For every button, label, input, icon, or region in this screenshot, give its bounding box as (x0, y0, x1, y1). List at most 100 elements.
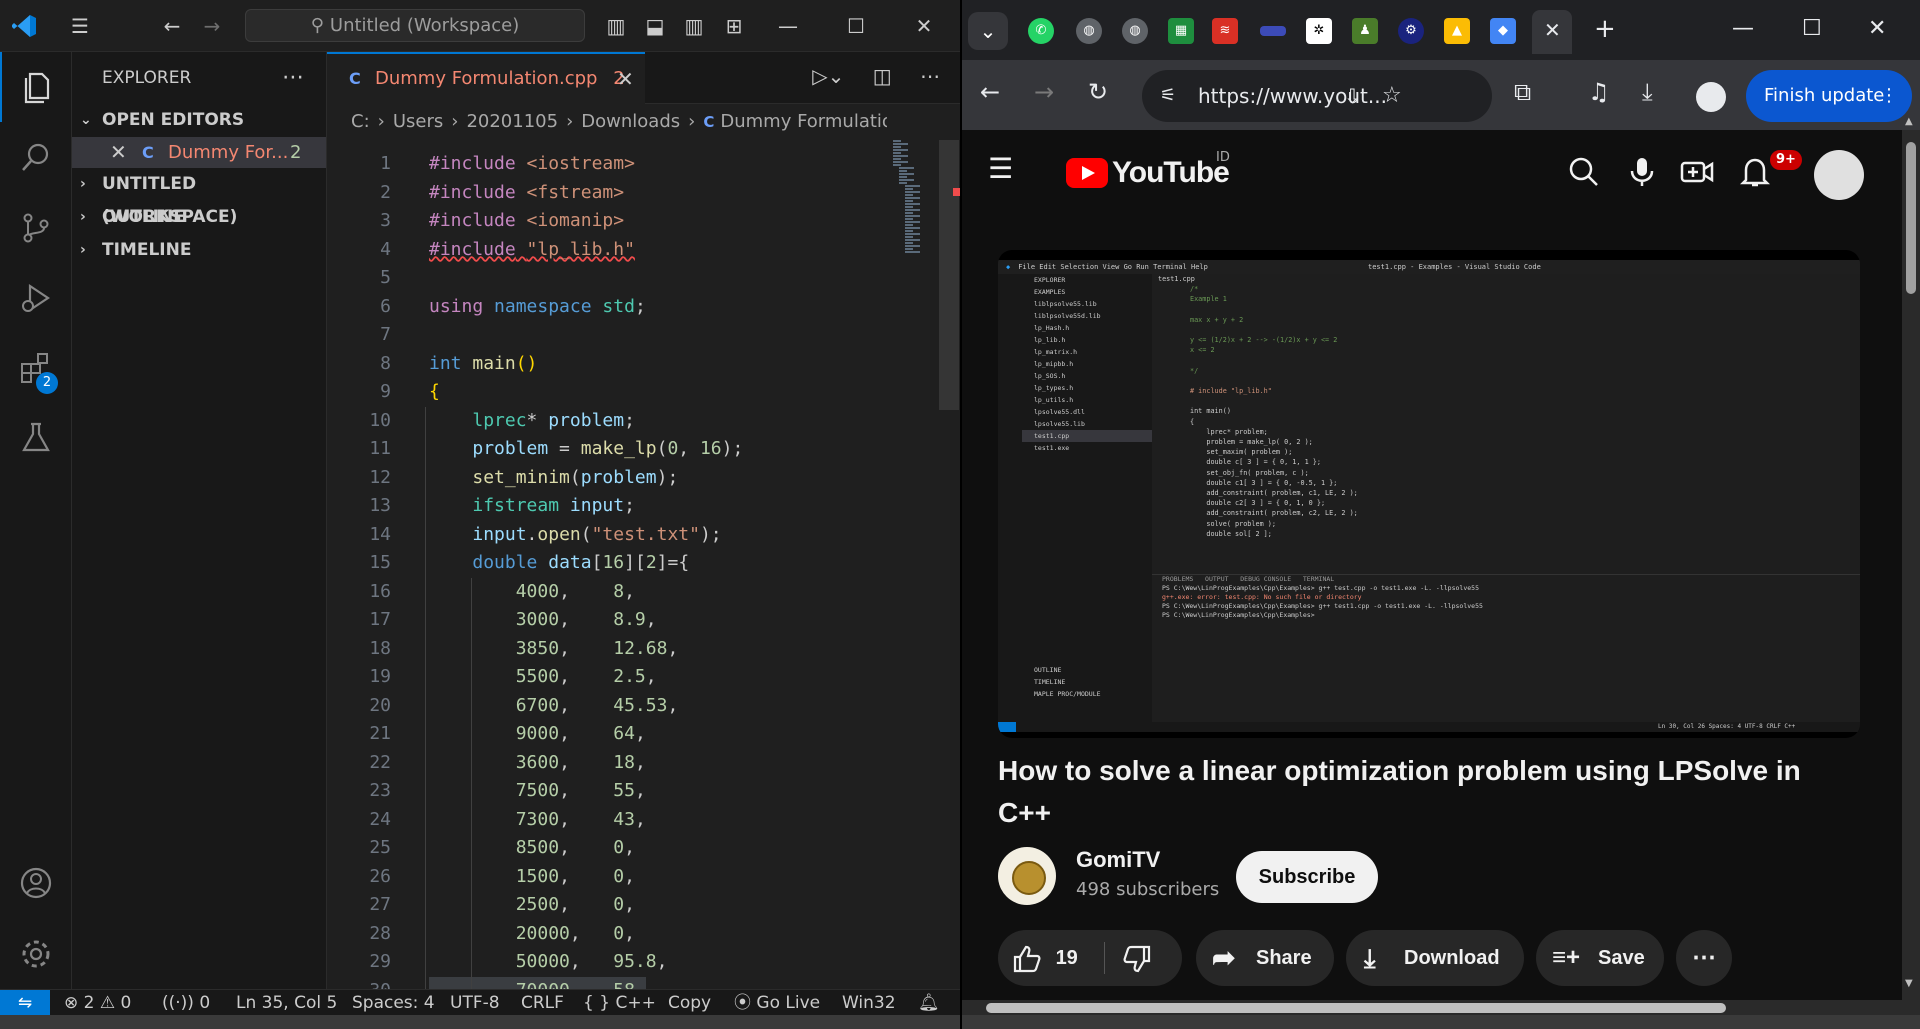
openai-tab-icon[interactable]: ✲ (1306, 18, 1332, 44)
code-line[interactable]: 10 lprec* problem; (327, 407, 887, 436)
explorer-activity[interactable] (0, 52, 72, 122)
problems-status[interactable]: ⊗ 2 ⚠ 0 (64, 990, 131, 1016)
extensions-activity[interactable]: 2 (0, 332, 72, 402)
graduation-tab-icon[interactable]: ◆ (1490, 18, 1516, 44)
search-icon[interactable] (1568, 156, 1600, 192)
page-scrollbar[interactable]: ▲ ▼ (1902, 116, 1920, 1015)
platform-status[interactable]: Win32 (842, 990, 896, 1016)
red-logo-tab-icon[interactable]: ≋ (1212, 18, 1238, 44)
source-control-activity[interactable] (0, 192, 72, 262)
more-actions-icon[interactable]: ⋯ (282, 52, 304, 104)
tab-search-icon[interactable]: ⌄ (968, 12, 1008, 50)
timeline-section[interactable]: › TIMELINE (72, 234, 326, 267)
code-line[interactable]: 15 double data[16][2]={ (327, 549, 887, 578)
notifications-bell-icon[interactable] (1739, 156, 1771, 192)
save-button[interactable]: ≡+ Save (1536, 930, 1664, 986)
extensions-icon[interactable]: ⧉ (1514, 78, 1531, 106)
toggle-secondary-sidebar-icon[interactable]: ▥ (680, 12, 708, 40)
banner-tab-icon[interactable] (1260, 26, 1286, 36)
code-line[interactable]: 3 #include <iomanip> (327, 207, 887, 236)
cursor-position[interactable]: Ln 35, Col 5 (236, 990, 337, 1016)
code-line[interactable]: 27 2500, 0, (327, 891, 887, 920)
workspace-section[interactable]: › UNTITLED (WORKSPACE) (72, 168, 326, 227)
dislike-button[interactable] (1122, 930, 1152, 986)
globe-tab-icon[interactable]: ◍ (1076, 18, 1102, 44)
code-line[interactable]: 9{ (327, 378, 887, 407)
code-line[interactable]: 16 4000, 8, (327, 578, 887, 607)
code-line[interactable]: 29 50000, 95.8, (327, 948, 887, 977)
close-icon[interactable]: ✕ (110, 137, 127, 168)
forward-icon[interactable]: → (1034, 78, 1054, 106)
manage-activity[interactable] (0, 918, 72, 988)
code-editor[interactable]: 1 #include <iostream> 2 #include <fstream> 3… (327, 140, 887, 1005)
scroll-down-icon[interactable]: ▼ (1905, 978, 1913, 989)
code-line[interactable]: 18 3850, 12.68, (327, 635, 887, 664)
remote-icon[interactable]: ⇋ (0, 990, 50, 1016)
finish-update-button[interactable]: Finish update ⋮ (1746, 70, 1912, 122)
code-line[interactable]: 25 8500, 0, (327, 834, 887, 863)
create-video-icon[interactable] (1680, 156, 1714, 192)
new-tab-icon[interactable]: + (1594, 14, 1616, 44)
code-line[interactable]: 28 20000, 0, (327, 920, 887, 949)
close-tab-icon[interactable]: ✕ (1544, 18, 1561, 42)
command-center-search[interactable]: ⚲ Untitled (Workspace) (245, 9, 585, 42)
download-button[interactable]: ⤓ Download (1346, 930, 1524, 986)
copy-status[interactable]: Copy (668, 990, 711, 1016)
customize-layout-icon[interactable]: ⊞ (720, 12, 748, 40)
menu-icon[interactable]: ☰ (66, 12, 94, 40)
more-actions-button[interactable]: ⋯ (1676, 930, 1732, 986)
code-line[interactable]: 7 (327, 321, 887, 350)
minimize-icon[interactable]: — (774, 12, 802, 40)
code-line[interactable]: 26 1500, 0, (327, 863, 887, 892)
close-tab-icon[interactable]: ✕ (617, 54, 634, 104)
globe-tab-icon[interactable]: ◍ (1122, 18, 1148, 44)
back-arrow-icon[interactable]: ← (158, 12, 186, 40)
close-icon[interactable]: ✕ (910, 12, 938, 40)
code-line[interactable]: 23 7500, 55, (327, 777, 887, 806)
microphone-icon[interactable] (1628, 156, 1656, 192)
hamburger-menu-icon[interactable]: ☰ (988, 152, 1013, 185)
grid-app-tab-icon[interactable]: ▦ (1168, 18, 1194, 44)
breadcrumb-item[interactable]: 20201105 (466, 111, 558, 132)
breadcrumb-item[interactable]: Downloads (581, 111, 680, 132)
address-bar[interactable]: ⚟ https://www.yout... ⇩ ☆ (1142, 70, 1492, 122)
like-button[interactable]: 19 (1012, 930, 1102, 986)
channel-avatar[interactable] (998, 847, 1056, 905)
open-editor-item[interactable]: ✕ C Dummy For... 2 (72, 137, 326, 168)
run-icon[interactable]: ▷⌄ (812, 64, 844, 88)
install-app-icon[interactable]: ⇩ (1344, 70, 1361, 122)
code-line[interactable]: 5 (327, 264, 887, 293)
video-player[interactable]: ◆ File Edit Selection View Go Run Termina… (998, 250, 1860, 738)
accounts-activity[interactable] (0, 847, 72, 917)
scrollbar-thumb[interactable] (1906, 142, 1916, 294)
end-of-line[interactable]: CRLF (521, 990, 564, 1016)
testing-activity[interactable] (0, 402, 72, 472)
subscribe-button[interactable]: Subscribe (1236, 851, 1378, 903)
share-button[interactable]: ➦ Share (1196, 930, 1334, 986)
site-info-icon[interactable]: ⚟ (1160, 70, 1176, 122)
back-icon[interactable]: ← (980, 78, 1000, 106)
code-line[interactable]: 8 int main() (327, 350, 887, 379)
minimap[interactable] (887, 104, 960, 989)
run-debug-activity[interactable] (0, 262, 72, 332)
code-line[interactable]: 6 using namespace std; (327, 293, 887, 322)
language-mode[interactable]: { } C++ (583, 990, 656, 1016)
code-line[interactable]: 20 6700, 45.53, (327, 692, 887, 721)
toggle-panel-icon[interactable]: ⬓ (641, 12, 669, 40)
encoding[interactable]: UTF-8 (450, 990, 500, 1016)
youtube-logo[interactable]: YouTube ID (1066, 150, 1230, 190)
user-avatar[interactable] (1814, 150, 1864, 200)
code-line[interactable]: 22 3600, 18, (327, 749, 887, 778)
outline-section[interactable]: › OUTLINE (72, 201, 326, 234)
code-line[interactable]: 12 set_minim(problem); (327, 464, 887, 493)
minimize-icon[interactable]: — (1732, 16, 1754, 41)
toggle-primary-sidebar-icon[interactable]: ▥ (602, 12, 630, 40)
channel-name[interactable]: GomiTV (1076, 847, 1160, 873)
breadcrumb-item[interactable]: Users (393, 111, 443, 132)
code-line[interactable]: 14 input.open("test.txt"); (327, 521, 887, 550)
forward-arrow-icon[interactable]: → (198, 12, 226, 40)
minimap-slider[interactable] (939, 140, 959, 410)
horizontal-scrollbar-thumb[interactable] (986, 1003, 1726, 1013)
media-control-icon[interactable]: ♫ (1588, 78, 1610, 106)
profile-avatar[interactable] (1696, 82, 1726, 112)
